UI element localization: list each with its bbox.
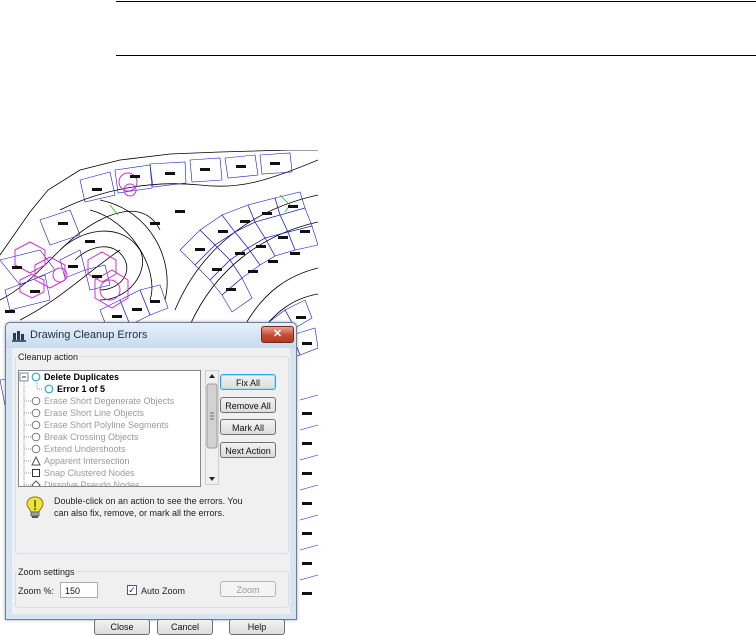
bottom-rule bbox=[116, 55, 756, 56]
scroll-down-icon bbox=[209, 477, 215, 481]
close-icon: ✕ bbox=[272, 328, 283, 340]
lightbulb-info-icon bbox=[25, 496, 45, 525]
remove-all-button[interactable]: Remove All bbox=[220, 397, 276, 413]
tree-item-erase-short-polyline[interactable]: Erase Short Polyline Segments bbox=[31, 419, 196, 431]
top-rule bbox=[116, 1, 756, 2]
zoom-percent-label: Zoom %: bbox=[18, 586, 55, 596]
scroll-up-icon bbox=[209, 374, 215, 378]
tree-item-erase-short-degenerate[interactable]: Erase Short Degenerate Objects bbox=[31, 395, 196, 407]
auto-zoom-label: Auto Zoom bbox=[141, 586, 186, 596]
dialog-title: Drawing Cleanup Errors bbox=[30, 329, 148, 341]
tree-item-apparent-intersection[interactable]: Apparent Intersection bbox=[31, 455, 196, 467]
mark-all-button[interactable]: Mark All bbox=[220, 419, 276, 435]
tree-item-label: Erase Short Polyline Segments bbox=[44, 420, 169, 430]
hint-text: Double-click on an action to see the err… bbox=[54, 496, 243, 518]
diamond-icon bbox=[31, 480, 41, 486]
tree-item-label: Extend Undershoots bbox=[44, 444, 126, 454]
tree-item-snap-clustered[interactable]: Snap Clustered Nodes bbox=[31, 467, 196, 479]
dialog-body: Cleanup action Delete Duplicates Error 1… bbox=[12, 348, 290, 635]
cancel-button[interactable]: Cancel bbox=[157, 619, 213, 635]
tree-item-error[interactable]: Error 1 of 5 bbox=[44, 383, 194, 395]
tree-item-label: Error 1 of 5 bbox=[57, 384, 106, 394]
tree-item-label: Erase Short Line Objects bbox=[44, 408, 145, 418]
close-window-button[interactable]: ✕ bbox=[261, 326, 294, 343]
next-action-button[interactable]: Next Action bbox=[220, 442, 276, 458]
tree-item-break-crossing[interactable]: Break Crossing Objects bbox=[31, 431, 196, 443]
zoom-percent-input[interactable]: 150 bbox=[60, 582, 98, 598]
cleanup-action-label: Cleanup action bbox=[17, 352, 80, 362]
fix-all-button[interactable]: Fix All bbox=[220, 374, 276, 390]
tree-item-label: Apparent Intersection bbox=[44, 456, 130, 466]
tree-item-label: Erase Short Degenerate Objects bbox=[44, 396, 175, 406]
tree-item-label: Break Crossing Objects bbox=[44, 432, 139, 442]
tree-scrollbar[interactable] bbox=[205, 370, 219, 485]
title-bar[interactable]: Drawing Cleanup Errors ✕ bbox=[6, 323, 296, 348]
help-button[interactable]: Help bbox=[229, 619, 285, 635]
tree-item-extend-undershoots[interactable]: Extend Undershoots bbox=[31, 443, 196, 455]
cleanup-app-icon bbox=[12, 329, 26, 342]
tree-item-label: Delete Duplicates bbox=[44, 372, 120, 382]
drawing-cleanup-errors-dialog: Drawing Cleanup Errors ✕ Cleanup action bbox=[5, 322, 297, 635]
tree-item-label: Snap Clustered Nodes bbox=[44, 468, 135, 478]
checkmark-icon: ✓ bbox=[128, 585, 136, 595]
auto-zoom-checkbox[interactable]: ✓ bbox=[127, 585, 137, 595]
close-button[interactable]: Close bbox=[94, 619, 150, 635]
zoom-button[interactable]: Zoom bbox=[220, 581, 276, 597]
tree-item-label: Dissolve Pseudo Nodes bbox=[44, 480, 140, 487]
cleanup-action-tree[interactable]: Delete Duplicates Error 1 of 5 Erase Sho… bbox=[18, 370, 201, 487]
zoom-settings-label: Zoom settings bbox=[17, 567, 76, 577]
tree-item-delete-duplicates[interactable]: Delete Duplicates bbox=[31, 371, 196, 383]
tree-item-erase-short-line[interactable]: Erase Short Line Objects bbox=[31, 407, 196, 419]
tree-item-dissolve-pseudo[interactable]: Dissolve Pseudo Nodes bbox=[31, 479, 196, 487]
circle-icon bbox=[31, 372, 41, 384]
